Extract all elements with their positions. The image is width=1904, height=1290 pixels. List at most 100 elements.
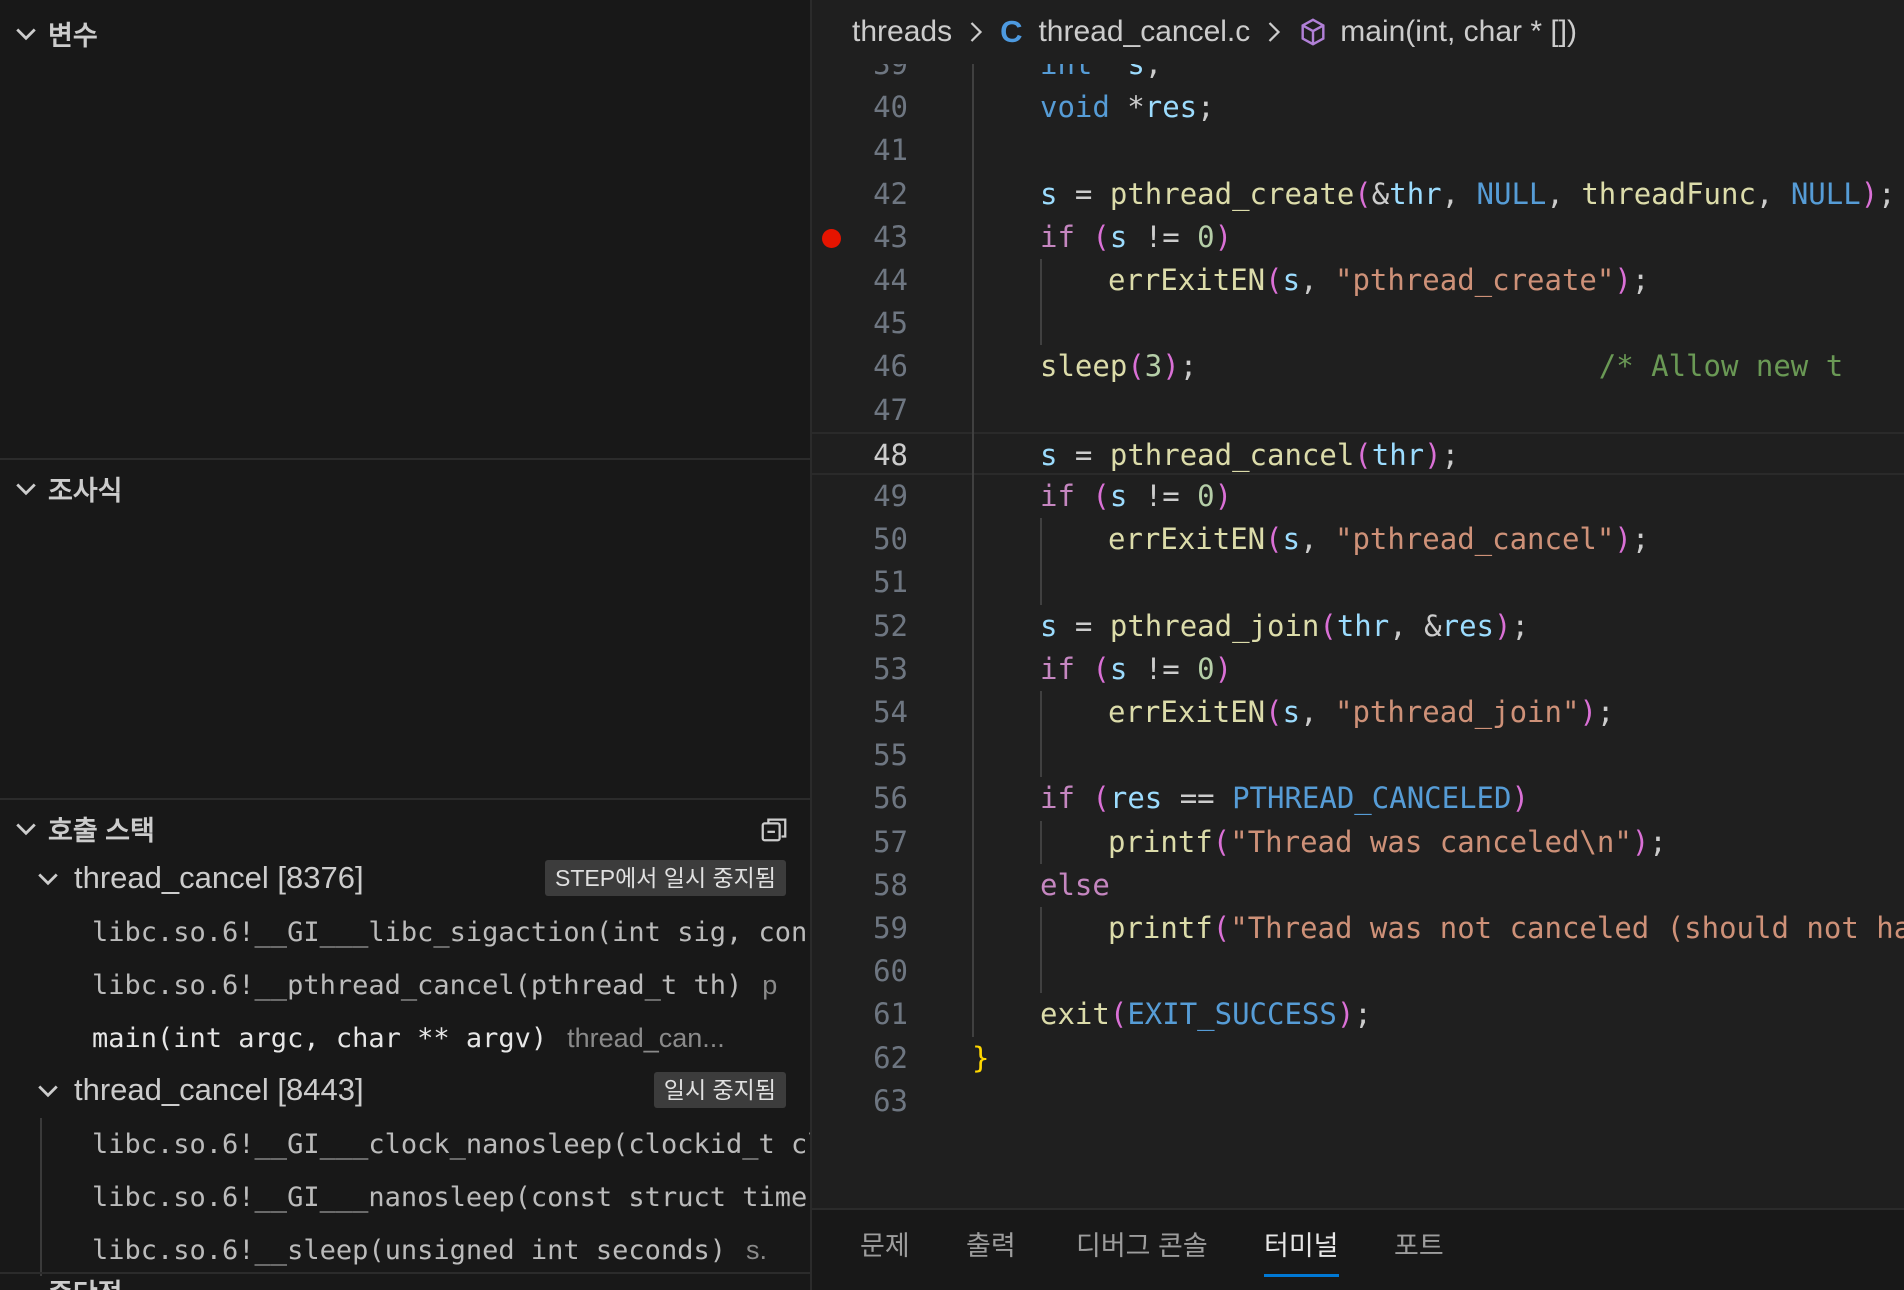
code-token: PTHREAD_CANCELED — [1232, 781, 1512, 816]
stack-frame[interactable]: libc.so.6!__GI___clock_nanosleep(clockid… — [92, 1118, 810, 1170]
code-token: ( — [1092, 651, 1110, 686]
code-token: , — [1300, 522, 1335, 557]
thread-row[interactable]: thread_cancel [8376] STEP에서 일시 중지됨 — [0, 852, 810, 904]
code-line[interactable]: 47 — [812, 389, 1904, 432]
code-token: threadFunc — [1581, 176, 1756, 211]
indent-guide — [1040, 907, 1042, 994]
code-line[interactable]: 44 errExitEN(s, "pthread_create"); — [812, 259, 1904, 302]
code-line[interactable]: 43 if (s != 0) — [812, 216, 1904, 259]
code-token: ) — [1214, 219, 1233, 254]
frame-name: libc.so.6!__pthread_cancel(pthread_t th) — [92, 970, 743, 1001]
code-lines[interactable]: 39 int s; 40 void *res; 41 42 s = pthread_crea… — [812, 0, 1904, 1208]
line-number: 62 — [873, 1040, 908, 1075]
code-line[interactable]: 56 if (res == PTHREAD_CANCELED) — [812, 777, 1904, 820]
frame-name: main(int argc, char ** argv) — [92, 1023, 548, 1054]
code-line[interactable]: 58 else — [812, 864, 1904, 907]
callstack-section-header[interactable]: 호출 스택 — [0, 800, 810, 856]
code-line[interactable]: 51 — [812, 561, 1904, 604]
code-text: if (res == PTHREAD_CANCELED) — [1040, 777, 1529, 820]
stack-frame[interactable]: libc.so.6!__sleep(unsigned int seconds) s… — [92, 1224, 810, 1276]
indent-guide — [972, 43, 974, 1037]
code-token: ; — [1878, 176, 1896, 211]
code-token: ) — [1860, 176, 1879, 211]
code-line[interactable]: 45 — [812, 302, 1904, 345]
code-line[interactable]: 41 — [812, 129, 1904, 172]
thread-row[interactable]: thread_cancel [8443] 일시 중지됨 — [0, 1064, 810, 1116]
variables-title: 변수 — [48, 20, 98, 51]
code-line[interactable]: 42 s = pthread_create(&thr, NULL, threadF… — [812, 173, 1904, 216]
breadcrumb-symbol[interactable]: main(int, char * []) — [1340, 15, 1577, 49]
line-number: 51 — [873, 565, 908, 600]
code-line[interactable]: 53 if (s != 0) — [812, 648, 1904, 691]
tab-debug-console[interactable]: 디버그 콘솔 — [1076, 1226, 1208, 1274]
tab-terminal[interactable]: 터미널 — [1264, 1226, 1339, 1277]
code-token: res — [1109, 781, 1163, 816]
code-text: errExitEN(s, "pthread_cancel"); — [1108, 518, 1649, 561]
breadcrumb-file[interactable]: thread_cancel.c — [1038, 15, 1250, 49]
stack-frame[interactable]: main(int argc, char ** argv) thread_can..… — [92, 1012, 810, 1064]
stack-frame[interactable]: libc.so.6!__GI___libc_sigaction(int sig,… — [92, 906, 810, 958]
stack-frame[interactable]: libc.so.6!__GI___nanosleep(const struct … — [92, 1171, 810, 1223]
thread-status-badge: STEP에서 일시 중지됨 — [545, 860, 786, 896]
tab-problems[interactable]: 문제 — [860, 1226, 910, 1274]
code-token: ( — [1354, 176, 1372, 211]
breadcrumb-folder[interactable]: threads — [852, 15, 952, 49]
code-line[interactable]: 49 if (s != 0) — [812, 475, 1904, 518]
tab-output[interactable]: 출력 — [966, 1226, 1016, 1274]
code-token: ( — [1212, 824, 1231, 859]
line-number: 46 — [873, 349, 908, 384]
variables-section-header[interactable]: 변수 — [0, 5, 810, 61]
code-token: s — [1040, 176, 1058, 211]
code-line[interactable]: 60 — [812, 950, 1904, 993]
code-line[interactable]: 62} — [812, 1037, 1904, 1080]
code-line[interactable]: 57 printf("Thread was canceled\n"); — [812, 821, 1904, 864]
line-number: 48 — [873, 437, 908, 472]
code-token: ; — [1354, 997, 1372, 1032]
line-number: 41 — [873, 133, 908, 168]
chevron-down-icon — [16, 483, 36, 496]
line-number: 59 — [873, 911, 908, 945]
code-token: 0 — [1197, 651, 1215, 686]
line-number: 63 — [873, 1083, 908, 1118]
code-line[interactable]: 52 s = pthread_join(thr, &res); — [812, 605, 1904, 648]
code-line[interactable]: 48 s = pthread_cancel(thr); — [812, 431, 1904, 475]
code-token: thr — [1389, 176, 1442, 211]
code-line[interactable]: 55 — [812, 734, 1904, 777]
code-token: ( — [1092, 781, 1110, 816]
breakpoints-title: 중단점 — [48, 1274, 123, 1290]
collapse-all-icon[interactable] — [758, 814, 790, 844]
line-number: 43 — [873, 219, 908, 254]
chevron-right-icon — [1268, 22, 1281, 42]
code-text: errExitEN(s, "pthread_create"); — [1108, 259, 1649, 302]
code-token: ; — [1649, 824, 1667, 859]
stack-frame[interactable]: libc.so.6!__pthread_cancel(pthread_t th)… — [92, 959, 810, 1011]
code-token: errExitEN — [1108, 695, 1266, 729]
code-token: s — [1282, 695, 1301, 729]
tab-ports[interactable]: 포트 — [1394, 1226, 1444, 1274]
code-token: , & — [1389, 608, 1442, 643]
code-token: 0 — [1197, 479, 1215, 513]
debug-sidebar: 변수 조사식 호출 스택 thread_cancel [8376] STEP에서… — [0, 0, 812, 1290]
code-token: errExitEN — [1108, 522, 1266, 557]
code-line[interactable]: 63 — [812, 1080, 1904, 1123]
code-token: printf — [1108, 911, 1213, 945]
code-token: 0 — [1197, 219, 1215, 254]
code-token: errExitEN — [1108, 263, 1266, 297]
code-token: != — [1127, 479, 1198, 513]
code-token: s — [1109, 651, 1128, 686]
code-line[interactable]: 59 printf("Thread was not canceled (shoul… — [812, 907, 1904, 950]
code-editor[interactable]: 39 int s; 40 void *res; 41 42 s = pthread_crea… — [812, 0, 1904, 1208]
code-text: printf("Thread was not canceled (should … — [1108, 907, 1904, 950]
code-line[interactable]: 50 errExitEN(s, "pthread_cancel"); — [812, 518, 1904, 561]
code-line[interactable]: 54 errExitEN(s, "pthread_join"); — [812, 691, 1904, 734]
code-token: /* Allow new t — [1598, 349, 1844, 384]
code-line[interactable]: 40 void *res; — [812, 86, 1904, 129]
watch-section-header[interactable]: 조사식 — [0, 460, 810, 516]
breakpoints-section-header[interactable]: 중단점 — [0, 1274, 810, 1290]
code-token: "pthread_join" — [1335, 695, 1580, 729]
code-line[interactable]: 46 sleep(3); /* Allow new t — [812, 345, 1904, 388]
line-number: 60 — [873, 954, 908, 989]
code-line[interactable]: 61 exit(EXIT_SUCCESS); — [812, 993, 1904, 1036]
code-token: ; — [1596, 695, 1615, 729]
